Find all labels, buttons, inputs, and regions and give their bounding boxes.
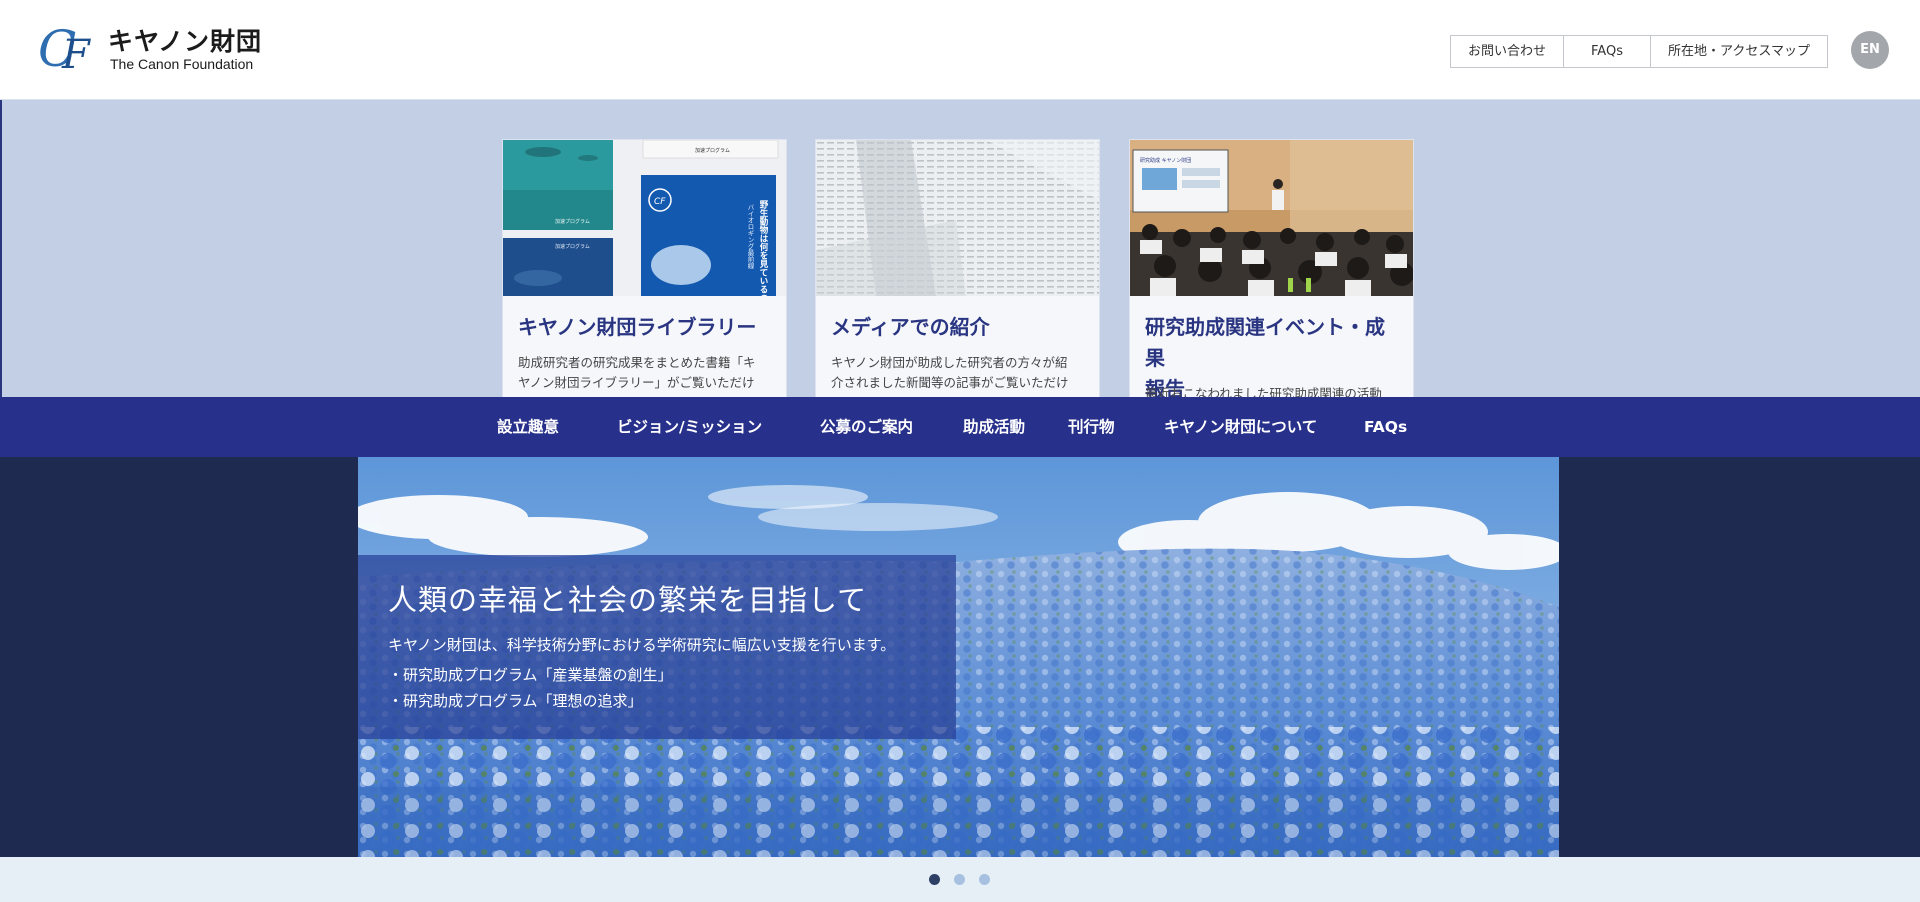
- hero-bullet: ・研究助成プログラム「産業基盤の創生」: [388, 666, 673, 684]
- library-books-image: 加速プログラム 加速プログラム 加速プログラム CF 野生動物は何を見ているのか…: [503, 140, 786, 296]
- card-text-line: キヤノン財団が助成した研究者の方々が紹: [831, 355, 1068, 370]
- logo-text-ja: キヤノン財団: [108, 27, 263, 56]
- nav-item-publications[interactable]: 刊行物: [1068, 397, 1115, 457]
- nav-item-grant-activities[interactable]: 助成活動: [963, 397, 1025, 457]
- banner-cards-section: 加速プログラム 加速プログラム 加速プログラム CF 野生動物は何を見ているのか…: [0, 100, 1920, 397]
- nav-item-call-for-applications[interactable]: 公募のご案内: [820, 397, 913, 457]
- nav-item-faqs[interactable]: FAQs: [1364, 397, 1407, 457]
- band-left-edge: [0, 100, 2, 397]
- hero-section: 人類の幸福と社会の繁栄を目指して キヤノン財団は、科学技術分野における学術研究に…: [0, 457, 1920, 857]
- hero-text-panel: 人類の幸福と社会の繁栄を目指して キヤノン財団は、科学技術分野における学術研究に…: [358, 555, 956, 739]
- card-text-line: ヤノン財団ライブラリー」がご覧いただけ: [518, 375, 755, 390]
- hero-heading: 人類の幸福と社会の繁栄を目指して: [388, 583, 868, 617]
- card-text-line: 介されました新聞等の記事がご覧いただけ: [831, 375, 1069, 390]
- access-map-link[interactable]: 所在地・アクセスマップ: [1649, 36, 1827, 67]
- nav-item-vision-mission[interactable]: ビジョン/ミッション: [617, 397, 762, 457]
- slide-title: 研究助成 キヤノン財団: [1140, 157, 1191, 164]
- language-en-button[interactable]: EN: [1851, 31, 1889, 69]
- site-header: C F キヤノン財団 The Canon Foundation お問い合わせ F…: [0, 0, 1920, 100]
- card-media[interactable]: メディアでの紹介 キヤノン財団が助成した研究者の方々が紹 介されました新聞等の記…: [816, 140, 1099, 397]
- pager-dot-active[interactable]: [929, 874, 940, 885]
- utility-nav: お問い合わせ FAQs 所在地・アクセスマップ: [1450, 35, 1828, 68]
- card-title: メディアでの紹介: [831, 315, 990, 339]
- books-illustration: 加速プログラム 加速プログラム 加速プログラム CF 野生動物は何を見ているのか…: [503, 140, 786, 296]
- card-text-line: 最近おこなわれました研究助成関連の活動: [1145, 386, 1382, 397]
- card-title: キヤノン財団ライブラリー: [518, 315, 757, 339]
- site-logo[interactable]: C F キヤノン財団 The Canon Foundation: [38, 18, 268, 78]
- book-vertical-subtitle: バイオロギング最前線: [746, 204, 754, 269]
- book-label-2: 加速プログラム: [695, 147, 730, 154]
- newspaper-illustration: [816, 140, 1099, 296]
- faqs-link[interactable]: FAQs: [1563, 36, 1650, 67]
- contact-link[interactable]: お問い合わせ: [1451, 36, 1563, 67]
- book-label-3: 加速プログラム: [555, 243, 590, 250]
- book-vertical-title: 野生動物は何を見ているのか: [758, 200, 769, 296]
- pager-dot[interactable]: [979, 874, 990, 885]
- svg-text:CF: CF: [654, 197, 666, 207]
- newspaper-image: [816, 140, 1099, 296]
- svg-text:F: F: [61, 32, 91, 74]
- cf-logo-icon: C F: [38, 20, 91, 74]
- hero-bullet: ・研究助成プログラム「理想の追求」: [388, 692, 643, 710]
- book-label-1: 加速プログラム: [555, 218, 590, 225]
- pager-dot[interactable]: [954, 874, 965, 885]
- seminar-illustration: 研究助成 キヤノン財団: [1130, 140, 1413, 296]
- card-library[interactable]: 加速プログラム 加速プログラム 加速プログラム CF 野生動物は何を見ているのか…: [503, 140, 786, 397]
- nav-item-founding-purpose[interactable]: 設立趣意: [497, 397, 559, 457]
- logo-text-en: The Canon Foundation: [110, 56, 254, 72]
- nav-item-about[interactable]: キヤノン財団について: [1164, 397, 1317, 457]
- card-text-line: 助成研究者の研究成果をまとめた書籍「キ: [518, 355, 756, 370]
- card-events[interactable]: 研究助成 キヤノン財団 研究助成関連イベント・成果 報告 最近おこなわれました研…: [1130, 140, 1413, 397]
- hero-slide[interactable]: 人類の幸福と社会の繁栄を目指して キヤノン財団は、科学技術分野における学術研究に…: [358, 457, 1559, 857]
- global-nav: 設立趣意 ビジョン/ミッション 公募のご案内 助成活動 刊行物 キヤノン財団につ…: [0, 397, 1920, 457]
- seminar-image: 研究助成 キヤノン財団: [1130, 140, 1413, 296]
- card-title-line: 研究助成関連イベント・成果: [1145, 315, 1385, 370]
- hero-description: キヤノン財団は、科学技術分野における学術研究に幅広い支援を行います。: [388, 636, 896, 654]
- slider-pagination: [0, 857, 1920, 902]
